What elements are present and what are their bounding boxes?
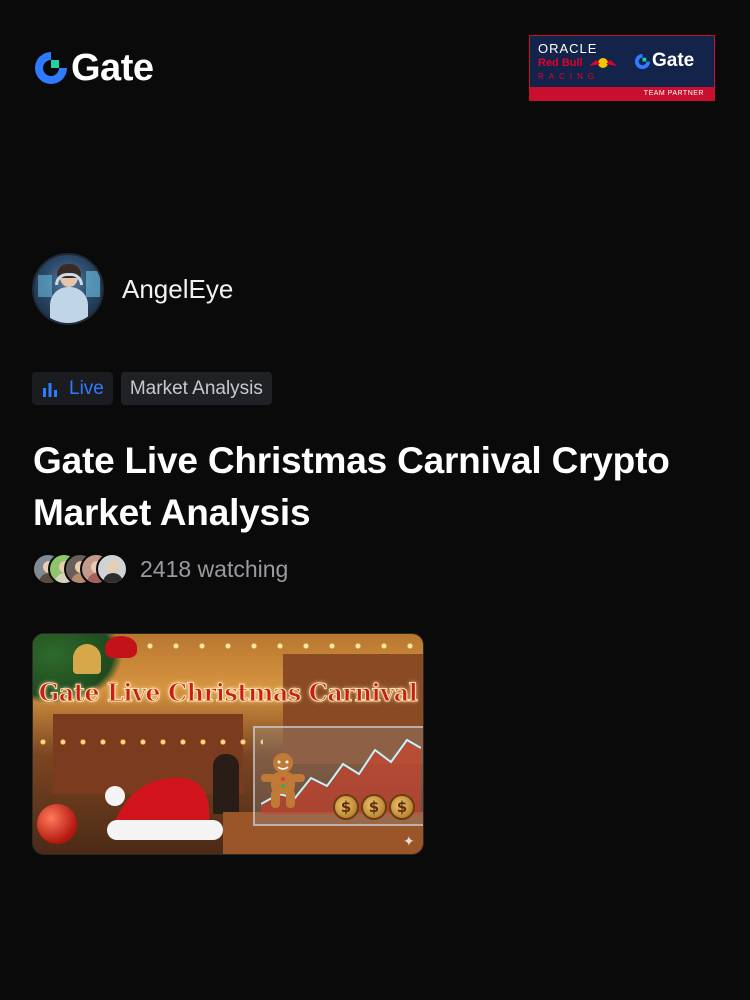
viewer-avatars xyxy=(32,553,128,585)
sparkle-icon: ✦ xyxy=(403,833,415,849)
partner-gate-text: Gate xyxy=(652,50,695,71)
oracle-text: ORACLE xyxy=(538,41,598,56)
partner-banner[interactable]: ORACLE Red Bull RACING Gate TEAM PARTNER xyxy=(529,35,715,101)
coin-icon: $ xyxy=(333,794,359,820)
watching-count: 2418 watching xyxy=(140,555,289,582)
racing-text: RACING xyxy=(538,72,600,81)
live-badge: Live xyxy=(32,372,113,405)
page: Gate ORACLE Red Bull RACING Gate TEAM PA… xyxy=(0,0,750,1000)
team-partner-label: TEAM PARTNER xyxy=(530,87,714,100)
gate-logo[interactable]: Gate xyxy=(33,47,154,89)
viewer-avatar xyxy=(96,553,128,585)
gate-logo-small-icon xyxy=(634,53,651,69)
red-bull-icon xyxy=(589,58,617,68)
coin-icon: $ xyxy=(389,794,415,820)
avatar[interactable] xyxy=(32,253,104,325)
bar-chart-icon xyxy=(43,382,57,397)
host-name[interactable]: AngelEye xyxy=(122,274,233,305)
gingerbread-icon xyxy=(261,753,305,808)
stream-tags: Live Market Analysis xyxy=(32,372,272,405)
coin-icon: $ xyxy=(361,794,387,820)
thumbnail-headline: Gate Live Christmas Carnival xyxy=(38,678,418,708)
logo-text: Gate xyxy=(71,47,154,89)
stream-title: Gate Live Christmas Carnival Crypto Mark… xyxy=(33,440,670,533)
host-profile[interactable]: AngelEye xyxy=(32,253,233,325)
bell-icon xyxy=(73,644,101,674)
live-label: Live xyxy=(69,377,104,399)
coin-stack: $ $ $ xyxy=(333,794,415,820)
viewer-count: 2418 watching xyxy=(32,553,288,585)
partner-gate-logo: Gate xyxy=(634,50,694,72)
stream-thumbnail[interactable]: Gate Live Christmas Carnival $ $ $ ✦ xyxy=(32,633,424,855)
ornament-icon xyxy=(37,804,77,844)
gate-logo-icon xyxy=(35,52,67,84)
bow-icon xyxy=(105,636,137,658)
santa-hat-icon xyxy=(105,777,223,840)
category-tag[interactable]: Market Analysis xyxy=(120,372,272,405)
